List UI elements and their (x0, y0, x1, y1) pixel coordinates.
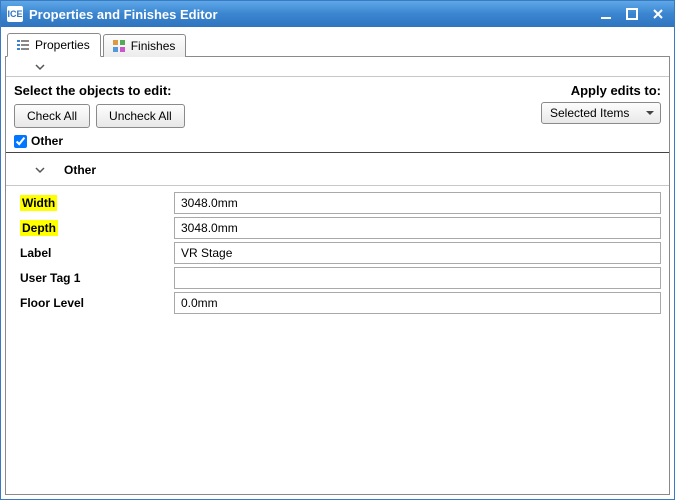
other-checkbox[interactable] (14, 135, 27, 148)
prop-label-label: Label (14, 246, 174, 260)
apply-column: Apply edits to: Selected Items (541, 83, 661, 124)
tabbar: Properties Finishes (5, 31, 670, 57)
tab-properties-label: Properties (35, 38, 90, 52)
button-row: Check All Uncheck All (14, 104, 533, 128)
chevron-down-icon (34, 61, 46, 73)
prop-row-floorlevel: Floor Level (14, 292, 661, 314)
tab-finishes[interactable]: Finishes (103, 34, 187, 57)
prop-row-label: Label (14, 242, 661, 264)
uncheck-all-button[interactable]: Uncheck All (96, 104, 185, 128)
usertag1-input[interactable] (174, 267, 661, 289)
window-title: Properties and Finishes Editor (29, 7, 592, 22)
list-icon (16, 38, 30, 52)
apply-edits-label: Apply edits to: (541, 83, 661, 98)
window-frame: ICE Properties and Finishes Editor Prope… (0, 0, 675, 500)
select-row: Select the objects to edit: Check All Un… (6, 77, 669, 132)
prop-label-width: Width (14, 196, 174, 210)
prop-row-depth: Depth (14, 217, 661, 239)
section-other-title: Other (64, 163, 96, 177)
prop-row-usertag1: User Tag 1 (14, 267, 661, 289)
tab-finishes-label: Finishes (131, 39, 176, 53)
minimize-button[interactable] (594, 5, 618, 23)
maximize-button[interactable] (620, 5, 644, 23)
select-prompt: Select the objects to edit: (14, 83, 533, 98)
properties-list: Width Depth Label User Tag 1 Floor Level (6, 192, 669, 325)
titlebar[interactable]: ICE Properties and Finishes Editor (1, 1, 674, 27)
minimize-icon (600, 8, 612, 20)
other-checkbox-label: Other (31, 134, 63, 148)
window-body: Properties Finishes Select the objects t… (1, 27, 674, 499)
prop-label-floorlevel: Floor Level (14, 296, 174, 310)
maximize-icon (626, 8, 638, 20)
close-button[interactable] (646, 5, 670, 23)
prop-label-depth: Depth (14, 221, 174, 235)
properties-panel: Select the objects to edit: Check All Un… (5, 57, 670, 495)
top-collapse-row[interactable] (6, 57, 669, 77)
app-icon: ICE (7, 6, 23, 22)
close-icon (652, 8, 664, 20)
prop-row-width: Width (14, 192, 661, 214)
group-other-row: Other (6, 132, 669, 153)
prop-label-usertag1: User Tag 1 (14, 271, 174, 285)
label-input[interactable] (174, 242, 661, 264)
width-input[interactable] (174, 192, 661, 214)
floorlevel-input[interactable] (174, 292, 661, 314)
select-left: Select the objects to edit: Check All Un… (14, 83, 533, 128)
depth-input[interactable] (174, 217, 661, 239)
chevron-down-icon (34, 164, 46, 176)
dropdown-chevron-icon (644, 107, 656, 119)
apply-edits-dropdown[interactable]: Selected Items (541, 102, 661, 124)
grid-icon (112, 39, 126, 53)
section-other-header[interactable]: Other (6, 153, 669, 186)
apply-edits-value: Selected Items (550, 106, 638, 120)
tab-properties[interactable]: Properties (7, 33, 101, 57)
check-all-button[interactable]: Check All (14, 104, 90, 128)
